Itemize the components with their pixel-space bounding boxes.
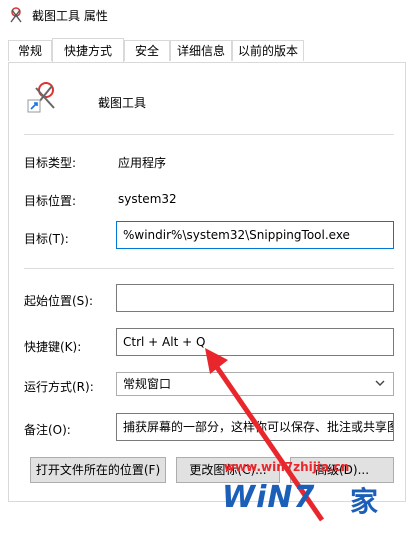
chevron-down-icon — [375, 380, 385, 386]
tab-details[interactable]: 详细信息 — [170, 40, 232, 61]
app-icon — [27, 82, 55, 113]
target-input[interactable]: %windir%\system32\SnippingTool.exe — [116, 221, 394, 249]
tab-general[interactable]: 常规 — [8, 40, 52, 61]
tab-label: 安全 — [134, 44, 159, 58]
tab-label: 以前的版本 — [237, 44, 298, 58]
watermark-url: www.win7zhijia.cn — [224, 460, 350, 474]
tab-label: 常规 — [17, 44, 42, 58]
title-bar: 截图工具 属性 — [0, 0, 418, 30]
app-name: 截图工具 — [98, 96, 147, 110]
run-label: 运行方式(R): — [24, 380, 94, 394]
tab-label: 快捷方式 — [63, 44, 112, 58]
watermark-suffix: 家 — [350, 485, 379, 518]
target-location-label: 目标位置: — [24, 194, 77, 208]
tab-security[interactable]: 安全 — [124, 40, 170, 61]
comment-label: 备注(O): — [24, 423, 71, 437]
tab-previous-versions[interactable]: 以前的版本 — [232, 40, 304, 61]
window-title: 截图工具 属性 — [32, 9, 108, 23]
target-type-value: 应用程序 — [118, 156, 167, 170]
start-in-label: 起始位置(S): — [24, 294, 94, 308]
tab-label: 详细信息 — [176, 44, 225, 58]
watermark-logo: WiN7 — [222, 480, 316, 515]
divider — [24, 268, 394, 269]
comment-input[interactable]: 捕获屏幕的一部分，这样你可以保存、批注或共享图 — [116, 413, 394, 441]
divider — [24, 134, 394, 135]
target-label: 目标(T): — [24, 232, 69, 246]
target-location-value: system32 — [118, 192, 177, 206]
tab-shortcut[interactable]: 快捷方式 — [52, 38, 124, 62]
run-select-value: 常规窗口 — [123, 377, 172, 391]
target-type-label: 目标类型: — [24, 156, 77, 170]
snipping-tool-icon — [10, 7, 22, 23]
start-in-input[interactable] — [116, 284, 394, 312]
shortcut-key-label: 快捷键(K): — [24, 340, 82, 354]
open-file-location-button[interactable]: 打开文件所在的位置(F) — [30, 457, 166, 483]
shortcut-key-input[interactable]: Ctrl + Alt + Q — [116, 328, 394, 356]
run-select[interactable]: 常规窗口 — [116, 372, 394, 396]
